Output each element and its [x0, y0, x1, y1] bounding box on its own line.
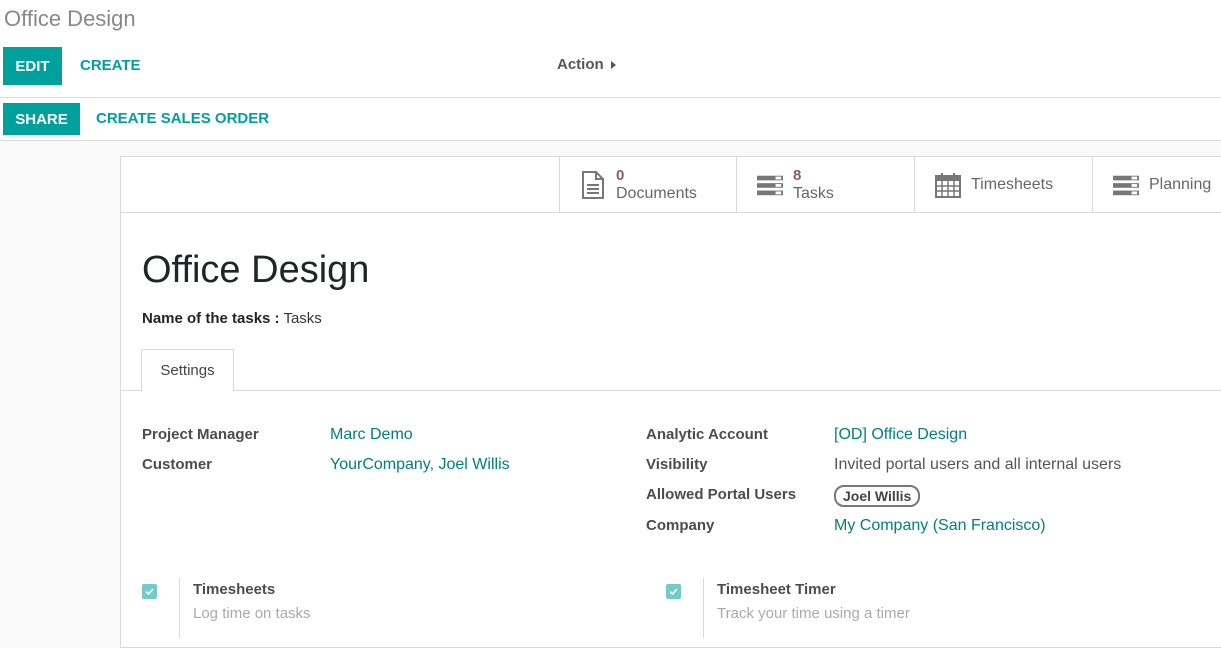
edit-button[interactable]: EDIT — [3, 47, 62, 85]
timesheets-checkbox[interactable] — [142, 584, 157, 599]
visibility-value[interactable]: Invited portal users and all internal us… — [834, 456, 1121, 474]
analytic-account-label: Analytic Account — [646, 426, 768, 443]
tasks-label: Tasks — [793, 184, 834, 202]
company-value[interactable]: My Company (San Francisco) — [834, 517, 1046, 535]
divider — [0, 140, 1221, 141]
project-manager-value[interactable]: Marc Demo — [330, 426, 413, 444]
create-sales-order-button[interactable]: CREATE SALES ORDER — [96, 110, 269, 127]
task-name-label: Name of the tasks : — [142, 310, 280, 327]
company-label: Company — [646, 517, 715, 534]
timesheets-label: Timesheets — [971, 175, 1054, 193]
action-menu[interactable]: Action — [557, 56, 616, 73]
project-manager-label: Project Manager — [142, 426, 259, 443]
form-sheet: 0 Documents 8 Tasks Timesheets Planning … — [120, 156, 1221, 648]
analytic-account-value[interactable]: [OD] Office Design — [834, 426, 967, 444]
timesheets-setting-title: Timesheets — [193, 581, 276, 598]
task-name-value[interactable]: Tasks — [283, 310, 321, 327]
timesheet-timer-checkbox[interactable] — [666, 584, 681, 599]
document-icon — [580, 170, 606, 199]
tab-settings[interactable]: Settings — [141, 349, 234, 392]
check-icon — [145, 588, 154, 596]
documents-label: Documents — [616, 184, 697, 202]
setting-separator — [703, 578, 704, 638]
tasks-icon — [757, 172, 783, 198]
planning-label: Planning — [1149, 175, 1212, 193]
timesheet-timer-setting-description: Track your time using a timer — [717, 605, 910, 622]
visibility-label: Visibility — [646, 456, 708, 473]
timesheet-timer-setting-title: Timesheet Timer — [717, 581, 836, 598]
customer-label: Customer — [142, 456, 213, 473]
tab-divider — [121, 390, 1221, 391]
stat-button-box: 0 Documents 8 Tasks Timesheets Planning — [121, 157, 1221, 213]
task-name-row: Name of the tasks : Tasks — [142, 310, 322, 327]
divider — [0, 97, 1221, 98]
allowed-portal-users-label: Allowed Portal Users — [646, 486, 797, 503]
setting-separator — [179, 578, 180, 638]
control-panel: Office Design EDIT CREATE Action SHARE C… — [0, 0, 1221, 141]
action-label: Action — [557, 56, 604, 73]
documents-stat-button[interactable]: 0 Documents — [559, 157, 736, 212]
breadcrumb[interactable]: Office Design — [4, 6, 136, 32]
planning-icon — [1113, 172, 1139, 198]
caret-right-icon — [610, 60, 616, 69]
timesheets-setting-description: Log time on tasks — [193, 605, 311, 622]
planning-stat-button[interactable]: Planning — [1092, 157, 1221, 212]
timesheets-stat-button[interactable]: Timesheets — [914, 157, 1092, 212]
share-button[interactable]: SHARE — [3, 103, 80, 135]
record-title[interactable]: Office Design — [142, 249, 369, 292]
calendar-icon — [935, 172, 961, 198]
portal-user-tag[interactable]: Joel Willis — [834, 485, 921, 507]
check-icon — [669, 588, 678, 596]
create-button[interactable]: CREATE — [80, 57, 141, 74]
tasks-stat-button[interactable]: 8 Tasks — [736, 157, 914, 212]
customer-value[interactable]: YourCompany, Joel Willis — [330, 456, 510, 474]
documents-count: 0 — [616, 166, 625, 184]
tasks-count: 8 — [793, 166, 802, 184]
